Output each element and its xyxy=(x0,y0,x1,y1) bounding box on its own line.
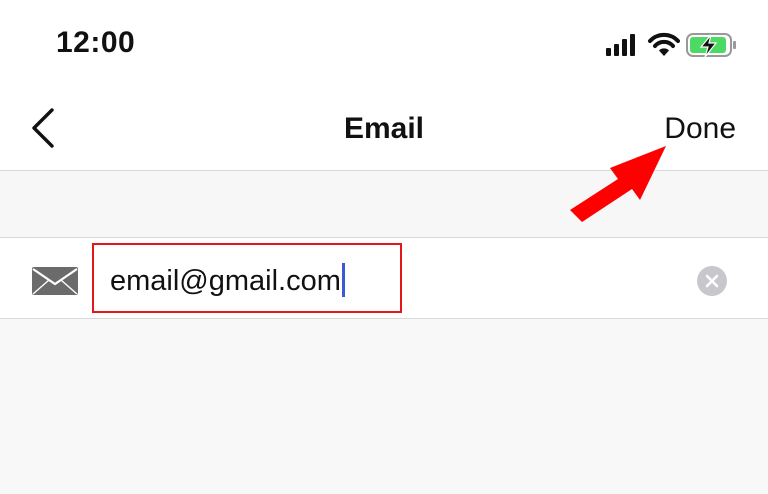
annotation-arrow-icon xyxy=(560,136,680,226)
clear-circle-icon xyxy=(697,266,727,296)
battery-charging-icon xyxy=(686,33,736,58)
email-input[interactable]: email@gmail.com xyxy=(92,243,402,313)
email-input-value[interactable]: email@gmail.com xyxy=(110,263,345,298)
text-caret xyxy=(341,263,345,297)
envelope-icon xyxy=(32,267,78,295)
email-field-row: email@gmail.com xyxy=(0,237,768,319)
status-icons xyxy=(604,31,740,61)
content-area xyxy=(0,319,768,494)
wifi-icon xyxy=(648,32,680,56)
clear-text-button[interactable] xyxy=(696,265,728,297)
status-time: 12:00 xyxy=(56,26,136,59)
cellular-signal-icon xyxy=(606,34,635,56)
email-text: email@gmail.com xyxy=(110,265,341,297)
status-bar: 12:00 xyxy=(0,0,768,88)
